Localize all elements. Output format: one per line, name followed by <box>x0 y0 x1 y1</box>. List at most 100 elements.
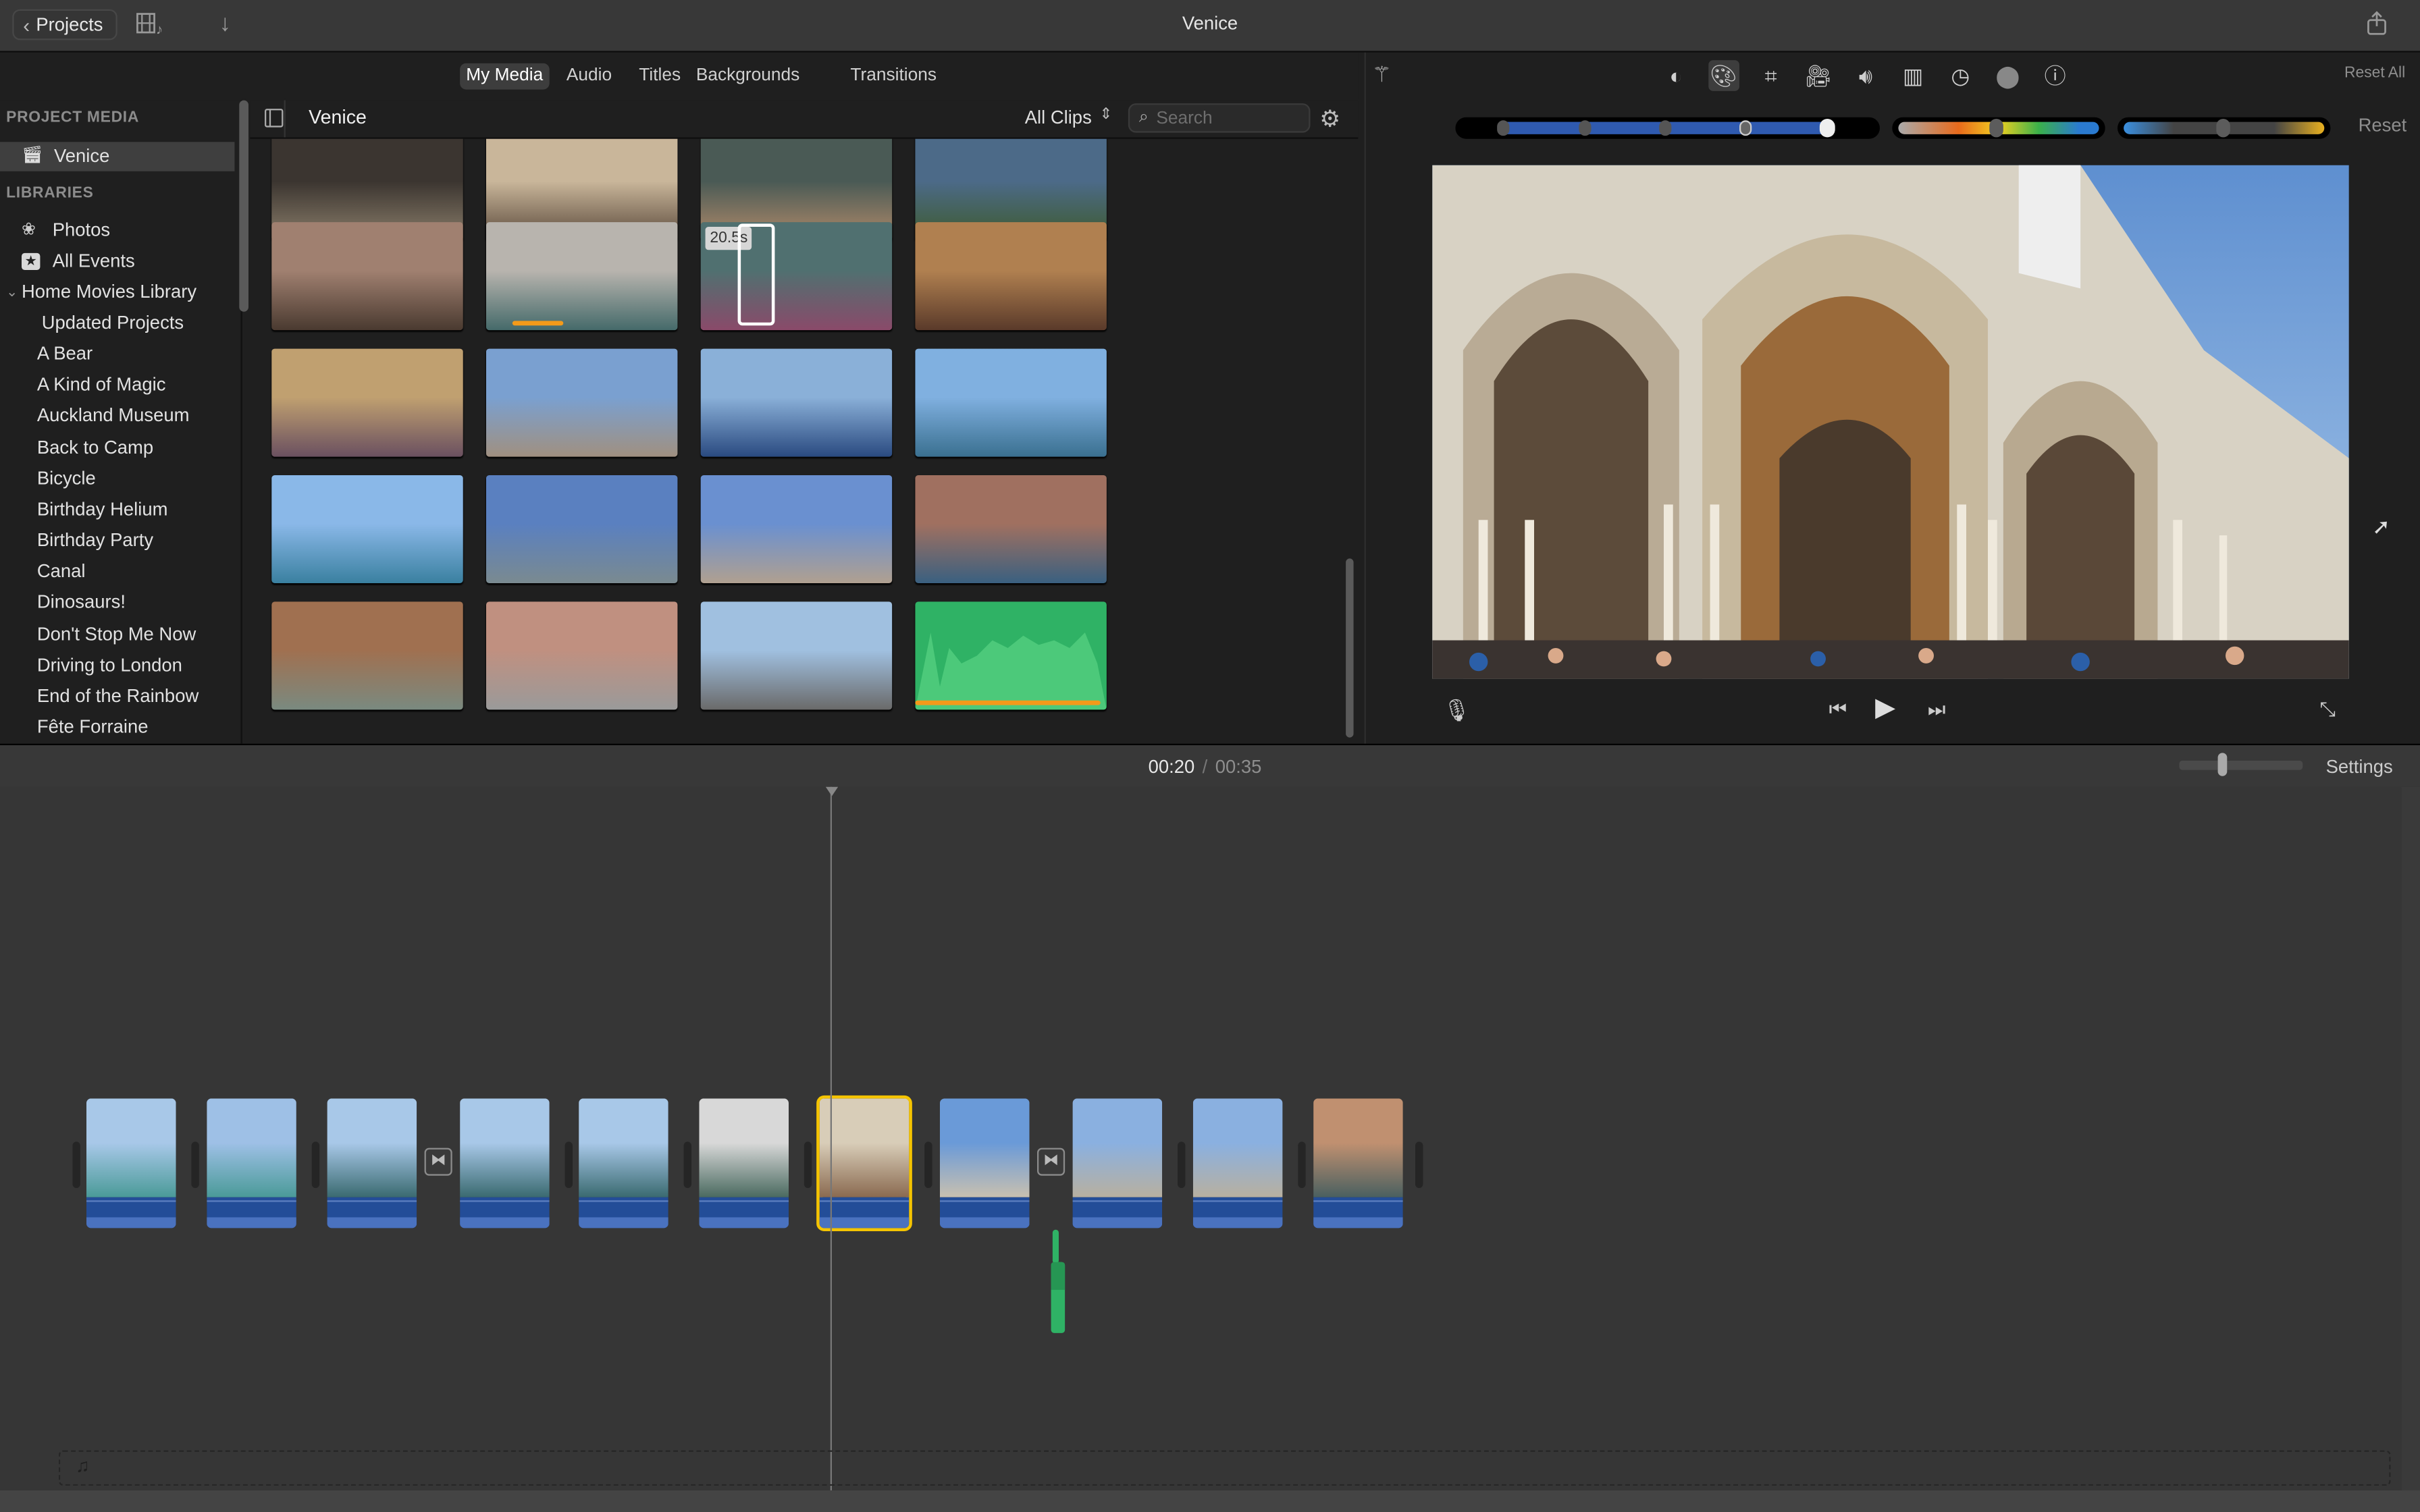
video-clip-thumbnail[interactable] <box>271 475 463 583</box>
temperature-handle[interactable] <box>2216 118 2230 138</box>
sidebar-item-photos[interactable]: ❀ Photos <box>0 216 234 245</box>
sidebar-item-venice[interactable]: 🎬︎ Venice <box>0 142 235 171</box>
saturation-handle[interactable] <box>1989 118 2003 138</box>
sidebar-event-item[interactable]: Back to Camp <box>0 433 234 462</box>
video-clip-thumbnail[interactable] <box>485 348 678 457</box>
video-clip-thumbnail[interactable] <box>915 222 1107 331</box>
color-balance-tool-button[interactable]: ◐ <box>1660 60 1691 91</box>
range-selection[interactable] <box>737 223 775 326</box>
tab-titles[interactable]: Titles <box>633 63 687 90</box>
search-input[interactable]: ⌕ Search <box>1128 103 1311 133</box>
timeline-clip[interactable] <box>327 1098 417 1228</box>
sidebar-event-item[interactable]: Fête Forraine <box>0 713 234 742</box>
clip-filter-tool-button[interactable]: ⬤ <box>1993 60 2024 91</box>
tab-backgrounds[interactable]: Backgrounds <box>690 63 806 90</box>
sidebar-event-item[interactable]: Auckland Museum <box>0 402 234 431</box>
info-tool-button[interactable]: ⓘ <box>2040 60 2071 91</box>
stabilization-tool-button[interactable]: 🎥︎ <box>1803 60 1834 91</box>
sidebar-event-item[interactable]: Don't Stop Me Now <box>0 620 234 649</box>
previous-button[interactable]: ⏮︎ <box>1829 697 1847 722</box>
timeline-clip[interactable] <box>1192 1098 1283 1228</box>
sidebar-event-item[interactable]: A Bear <box>0 340 234 369</box>
saturation-slider[interactable] <box>1892 117 2105 139</box>
sidebar-event-item[interactable]: Bicycle <box>0 464 234 493</box>
media-browser-toggle[interactable]: ♪ <box>136 12 169 43</box>
timeline-clip-selected[interactable] <box>816 1095 912 1231</box>
video-clip-thumbnail[interactable] <box>915 475 1107 583</box>
sidebar-event-item[interactable]: Driving to London <box>0 651 234 680</box>
video-clip-thumbnail[interactable]: 20.5s <box>700 222 893 331</box>
timeline-clip[interactable] <box>460 1098 550 1228</box>
timeline-clip[interactable] <box>1072 1098 1163 1228</box>
import-button[interactable]: ↓ <box>219 11 231 37</box>
noise-reduction-tool-button[interactable]: ▥ <box>1897 60 1928 91</box>
background-music-well[interactable]: ♫ <box>58 1450 2391 1486</box>
sidebar-item-home-movies-library[interactable]: ⌄ Home Movies Library <box>0 277 234 306</box>
slider-handle-highlights[interactable] <box>1739 120 1752 136</box>
browser-settings-button[interactable]: ⚙ <box>1319 105 1340 133</box>
browser-scrollbar[interactable] <box>1346 558 1354 738</box>
timeline-clip[interactable] <box>699 1098 789 1228</box>
timeline-clip[interactable] <box>939 1098 1030 1228</box>
chevron-down-icon[interactable]: ⌄ <box>6 277 18 306</box>
slider-handle-midtones[interactable] <box>1659 120 1672 136</box>
video-clip-thumbnail[interactable] <box>700 475 893 583</box>
video-clip-thumbnail[interactable] <box>271 222 463 331</box>
sidebar-event-item[interactable]: Birthday Helium <box>0 495 234 524</box>
volume-tool-button[interactable]: 🔊︎ <box>1850 60 1881 91</box>
sidebar-event-item[interactable]: End of the Rainbow <box>0 682 234 711</box>
timeline-clip[interactable] <box>86 1098 176 1228</box>
slider-handle-shadows[interactable] <box>1579 120 1592 136</box>
timeline-scrollbar[interactable] <box>2401 786 2420 1490</box>
sidebar-event-item[interactable]: Dinosaurs! <box>0 589 234 618</box>
timeline-clip[interactable] <box>579 1098 668 1228</box>
transition-icon[interactable]: ⧓ <box>1036 1148 1066 1176</box>
tab-transitions[interactable]: Transitions <box>844 63 943 90</box>
temperature-slider[interactable] <box>2117 117 2331 139</box>
video-clip-thumbnail[interactable] <box>915 348 1107 457</box>
playhead[interactable] <box>830 786 832 1490</box>
clip-filter-popup[interactable]: All Clips ⇕ <box>1025 107 1113 128</box>
sidebar-event-item[interactable]: Birthday Party <box>0 526 234 556</box>
video-clip-thumbnail[interactable] <box>700 601 893 710</box>
video-clip-thumbnail[interactable] <box>485 222 678 331</box>
voiceover-button[interactable]: 🎙︎ <box>1443 697 1471 724</box>
crop-tool-button[interactable]: ⌗ <box>1756 60 1787 91</box>
reset-button[interactable]: Reset <box>2359 114 2407 136</box>
sidebar-toggle-button[interactable] <box>264 108 284 136</box>
sidebar-item-all-events[interactable]: ★ All Events <box>0 247 234 276</box>
color-range-slider[interactable] <box>1455 117 1880 139</box>
music-clip[interactable] <box>1051 1262 1066 1333</box>
speed-tool-button[interactable]: ◷ <box>1945 60 1976 91</box>
timeline-clip[interactable] <box>1313 1098 1403 1228</box>
enhance-button[interactable]: ⚚ <box>1372 61 1392 88</box>
projects-back-button[interactable]: ‹ Projects <box>12 9 117 40</box>
tab-audio[interactable]: Audio <box>560 63 619 90</box>
video-clip-thumbnail[interactable] <box>271 348 463 457</box>
next-button[interactable]: ⏭︎ <box>1928 697 1946 722</box>
audio-clip-thumbnail[interactable] <box>915 601 1107 710</box>
video-clip-thumbnail[interactable] <box>700 348 893 457</box>
clip-size-handle[interactable] <box>2217 753 2228 776</box>
slider-handle-black[interactable] <box>1497 120 1510 136</box>
timeline-clip[interactable] <box>207 1098 296 1228</box>
clip-size-slider[interactable] <box>2179 753 2303 776</box>
video-clip-thumbnail[interactable] <box>485 475 678 583</box>
reset-all-button[interactable]: Reset All <box>2344 65 2405 82</box>
sidebar-event-item[interactable]: Canal <box>0 558 234 587</box>
slider-handle-white[interactable] <box>1819 118 1835 138</box>
timeline-settings-button[interactable]: Settings <box>2326 756 2393 778</box>
transition-icon[interactable]: ⧓ <box>424 1148 452 1176</box>
sidebar-event-item[interactable]: Updated Projects <box>0 308 234 338</box>
tab-my-media[interactable]: My Media <box>460 63 550 90</box>
sidebar-event-item[interactable]: A Kind of Magic <box>0 371 234 400</box>
play-button[interactable]: ▶ <box>1875 693 1895 724</box>
video-clip-thumbnail[interactable] <box>485 601 678 710</box>
audio-waveform <box>915 632 1107 710</box>
fullscreen-button[interactable]: ⤡ <box>2319 697 2336 722</box>
color-correction-tool-button[interactable]: 🎨︎ <box>1708 60 1739 91</box>
share-button[interactable] <box>2366 11 2388 43</box>
sidebar-scrollbar[interactable] <box>239 100 248 312</box>
video-clip-thumbnail[interactable] <box>271 601 463 710</box>
clip-separator <box>564 1141 573 1188</box>
